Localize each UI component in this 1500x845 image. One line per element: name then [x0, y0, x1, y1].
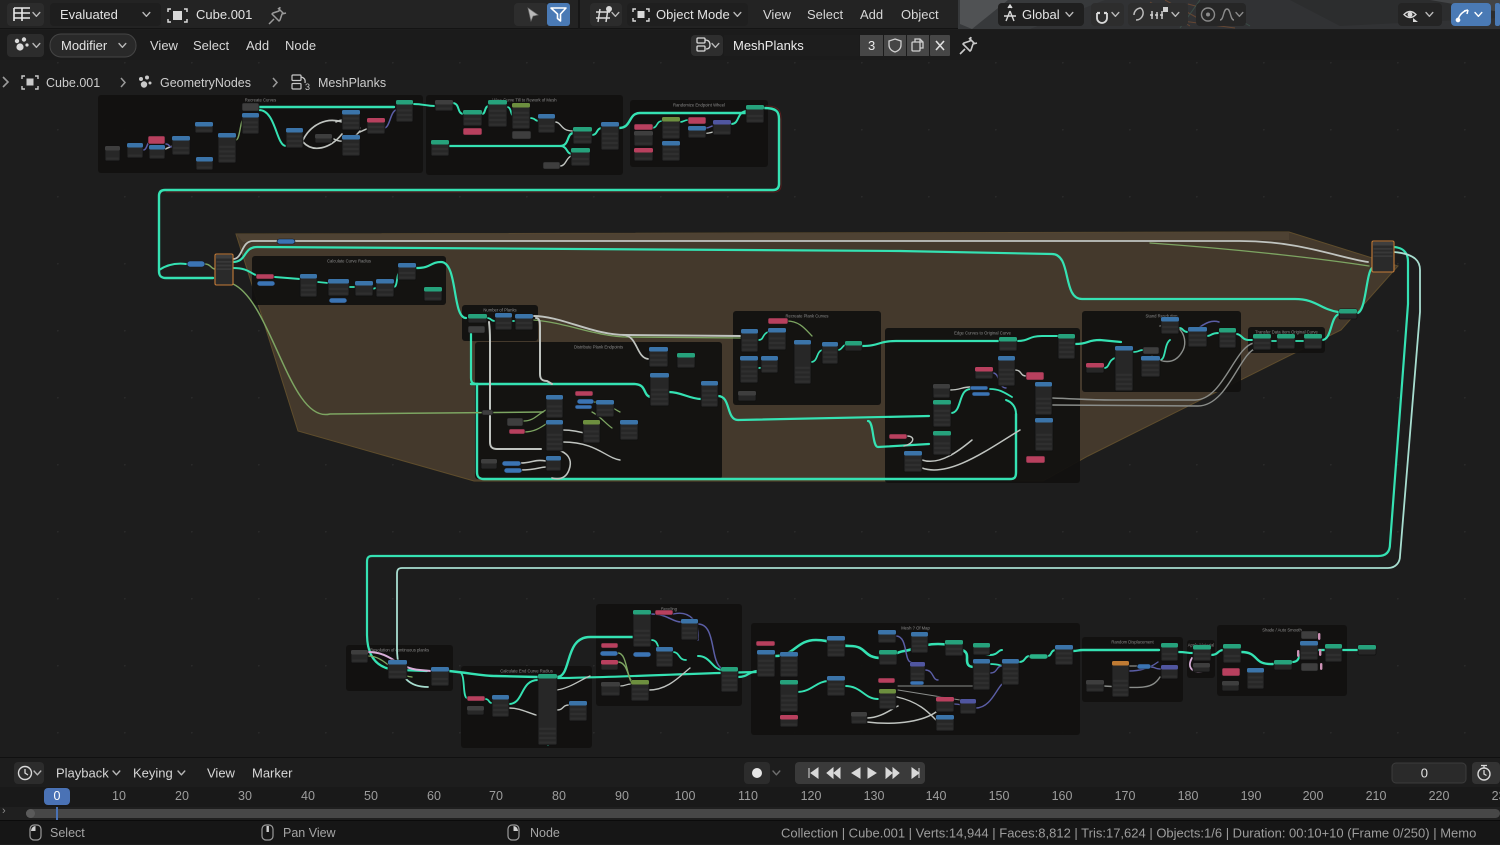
svg-text:Randomize Endpoint Wheel: Randomize Endpoint Wheel: [673, 102, 725, 107]
svg-text:Object: Object: [901, 7, 939, 22]
svg-text:Playback: Playback: [56, 766, 109, 781]
svg-text:Select: Select: [193, 38, 230, 53]
svg-text:Transfer Data Item Original Cu: Transfer Data Item Original Curve: [1255, 329, 1318, 334]
svg-text:0: 0: [1421, 766, 1428, 781]
svg-text:Modifier: Modifier: [61, 38, 108, 53]
svg-text:Recreate Curves: Recreate Curves: [245, 97, 276, 102]
svg-text:Global: Global: [1022, 7, 1060, 22]
svg-text:MeshPlanks: MeshPlanks: [318, 76, 386, 90]
svg-text:View: View: [207, 766, 236, 781]
svg-text:View: View: [150, 38, 179, 53]
svg-text:Select: Select: [50, 826, 85, 840]
svg-text:GeometryNodes: GeometryNodes: [160, 76, 251, 90]
svg-text:Select: Select: [807, 7, 844, 22]
svg-text:3: 3: [305, 82, 310, 92]
svg-text:Evaluated: Evaluated: [60, 7, 118, 22]
svg-text:Calculate Curve Radius: Calculate Curve Radius: [327, 258, 371, 263]
svg-text:Add: Add: [246, 38, 269, 53]
svg-text:Pan View: Pan View: [283, 826, 337, 840]
svg-text:Object Mode: Object Mode: [656, 7, 730, 22]
svg-text:Keying: Keying: [133, 766, 173, 781]
svg-text:Node: Node: [530, 826, 560, 840]
svg-text:Node: Node: [285, 38, 316, 53]
svg-text:Number of Planks: Number of Planks: [483, 307, 516, 312]
svg-text:Distribute Plank Endpoints: Distribute Plank Endpoints: [574, 344, 623, 349]
svg-text:3: 3: [868, 38, 875, 53]
svg-text:View: View: [763, 7, 792, 22]
svg-text:Shade / Auto Smooth: Shade / Auto Smooth: [1262, 627, 1302, 632]
svg-text:Edge Curves to Original Curve: Edge Curves to Original Curve: [954, 330, 1011, 335]
svg-text:Marker: Marker: [252, 766, 293, 781]
svg-text:Resolution of continuous plank: Resolution of continuous planks: [370, 647, 429, 652]
svg-text:Add: Add: [860, 7, 883, 22]
svg-text:Cube.001: Cube.001: [46, 76, 100, 90]
svg-text:MeshPlanks: MeshPlanks: [733, 38, 804, 53]
svg-text:Calculate End Curve Radius: Calculate End Curve Radius: [500, 668, 553, 673]
svg-text:Collection | Cube.001 | Verts:: Collection | Cube.001 | Verts:14,944 | F…: [781, 826, 1476, 841]
svg-text:Cube.001: Cube.001: [196, 7, 252, 22]
svg-text:Recreate Plank Curves: Recreate Plank Curves: [785, 313, 828, 318]
svg-text:Mesh ? Of Map: Mesh ? Of Map: [901, 625, 930, 630]
svg-text:Random Displacement: Random Displacement: [1111, 639, 1154, 644]
